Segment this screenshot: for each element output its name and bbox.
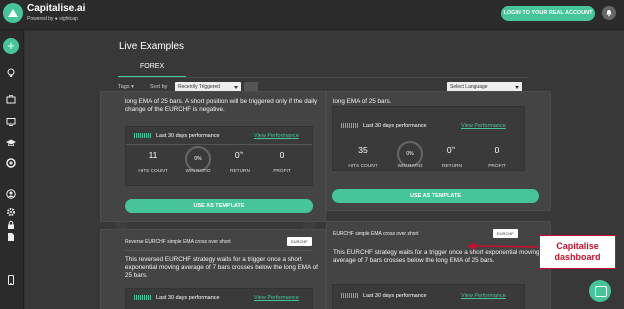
annotation-line-2: dashboard (554, 252, 601, 262)
annotation-line-1: Capitalise (556, 241, 599, 251)
annotation-arrow (467, 242, 540, 250)
chat-support-icon[interactable] (589, 280, 611, 302)
annotation-callout: Capitalise dashboard (539, 235, 616, 269)
